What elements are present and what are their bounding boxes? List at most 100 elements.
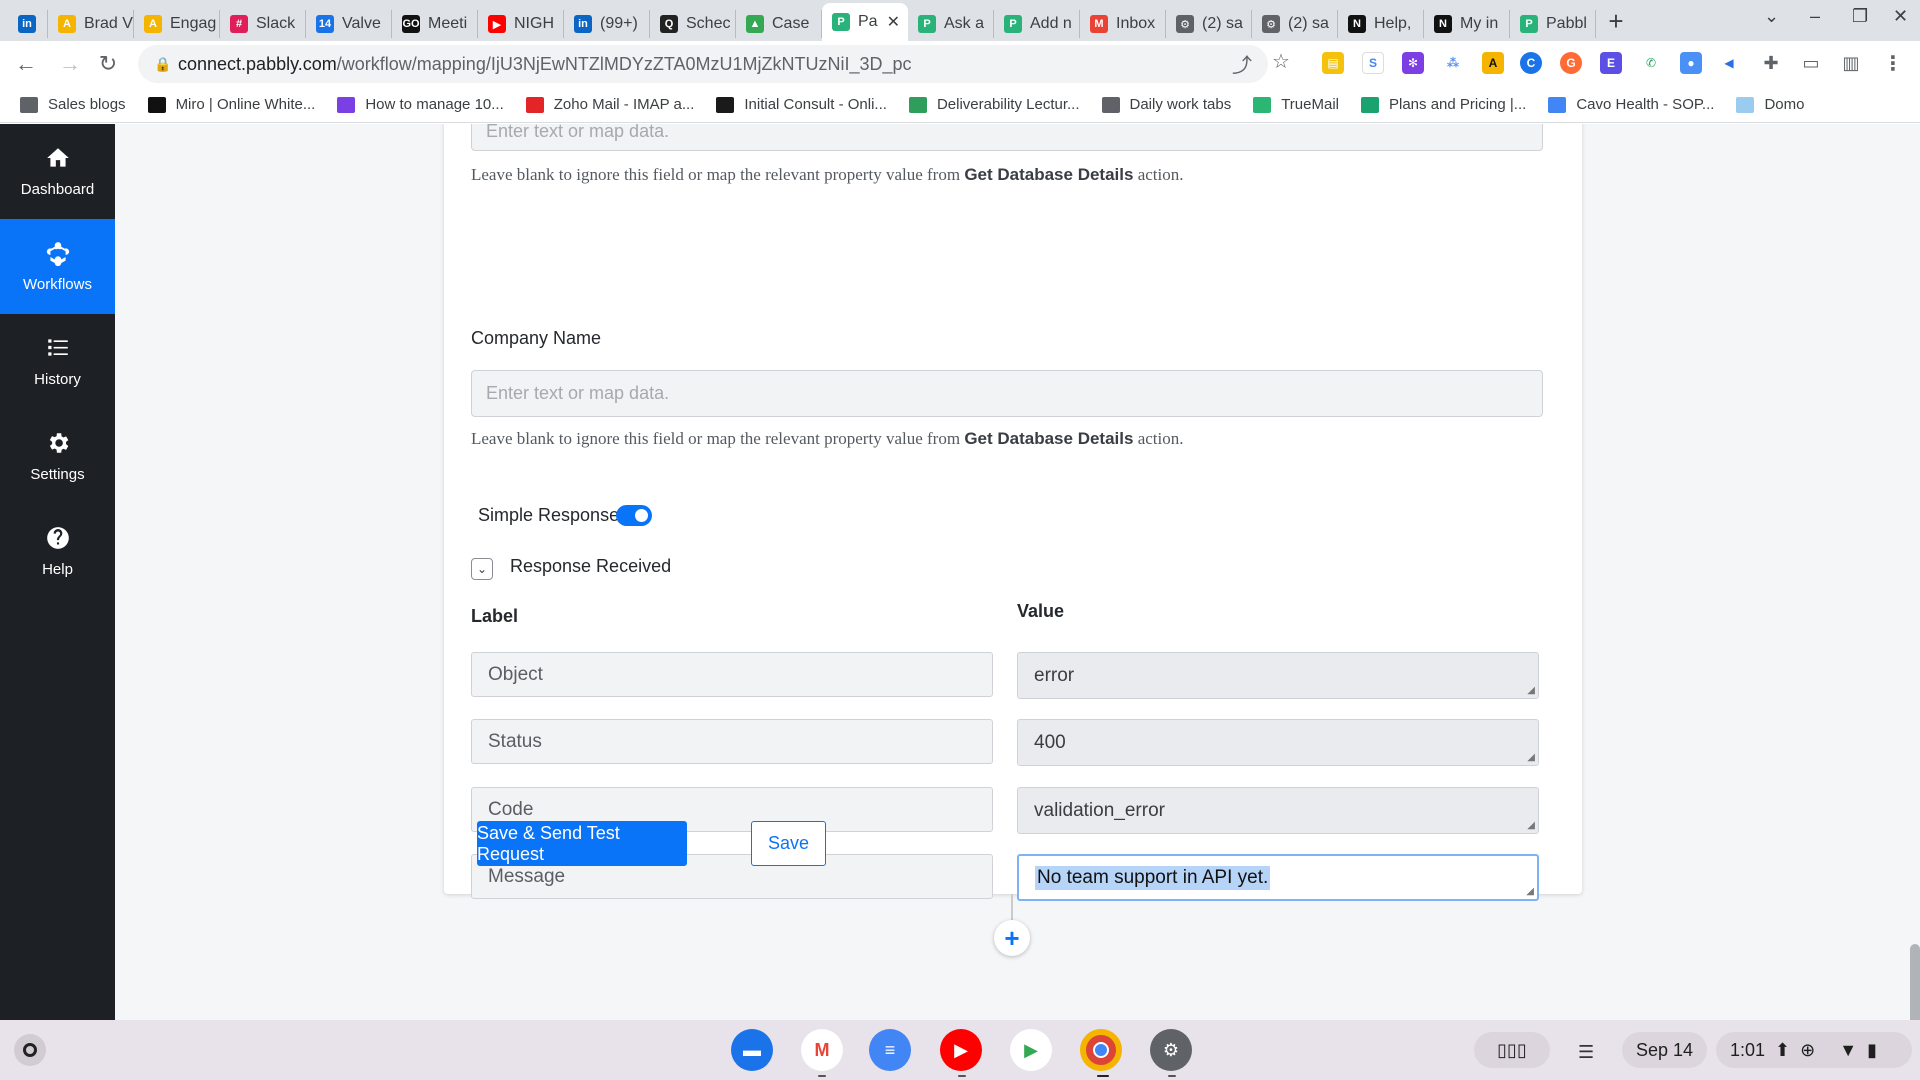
extension-icon-1[interactable]: ▤ [1322,52,1344,74]
docs-app-icon[interactable]: ≡ [869,1029,911,1071]
status-tray[interactable]: 1:01 ⬆ ⊕ ▼ ▮ [1716,1032,1912,1068]
bookmark-item[interactable]: Initial Consult - Onli... [716,96,887,113]
add-step-button[interactable]: + [994,920,1030,956]
sidebar-item-settings[interactable]: Settings [0,409,115,504]
extension-icon-2[interactable]: S [1362,52,1384,74]
browser-tab[interactable]: P Pabbl [1510,10,1596,38]
sidebar-item-history[interactable]: History [0,314,115,409]
megaphone-icon[interactable]: ◀ [1718,52,1740,74]
resize-grip-icon[interactable]: ◢ [1527,820,1535,831]
browser-tab[interactable]: in (99+) [564,10,650,38]
chevron-down-icon[interactable]: ⌄ [471,558,493,580]
bookmark-item[interactable]: Miro | Online White... [147,96,316,113]
response-value-message[interactable]: No team support in API yet. ◢ [1017,854,1539,901]
sidebar-item-dashboard[interactable]: Dashboard [0,124,115,219]
resize-grip-icon[interactable]: ◢ [1526,886,1534,897]
close-tab-icon[interactable]: ✕ [887,12,900,32]
browser-tab[interactable]: P Ask a [908,10,994,38]
resize-grip-icon[interactable]: ◢ [1527,685,1535,696]
company-name-input[interactable]: Enter text or map data. [471,370,1543,417]
response-label-object[interactable]: Object [471,652,993,697]
sidebar-item-workflows[interactable]: Workflows [0,219,115,314]
browser-tab[interactable]: 14 Valve [306,10,392,38]
tab-title: (99+) [600,15,638,32]
date-tray[interactable]: Sep 14 [1622,1032,1708,1068]
bookmark-item[interactable]: Plans and Pricing |... [1361,96,1526,113]
browser-tab[interactable]: A Engag [134,10,220,38]
chrome-app-icon[interactable] [1080,1029,1122,1071]
minimize-icon[interactable]: – [1810,6,1820,27]
bookmark-item[interactable]: How to manage 10... [337,96,504,113]
cast-icon[interactable]: ▭ [1800,52,1822,74]
reload-icon[interactable]: ↻ [90,51,126,77]
bookmark-label: Miro | Online White... [175,96,316,113]
bookmark-item[interactable]: TrueMail [1253,96,1339,113]
youtube-icon: ▶ [488,15,506,33]
tab-search-icon[interactable]: ⌄ [1764,6,1779,27]
browser-tab[interactable]: M Inbox [1080,10,1166,38]
extension-icon-10[interactable]: ● [1680,52,1702,74]
save-and-send-test-request-button[interactable]: Save & Send Test Request [477,821,687,866]
launcher-icon[interactable] [14,1034,46,1066]
browser-tab[interactable]: ▲ Case [736,10,822,38]
bookmark-item[interactable]: Cavo Health - SOP... [1548,96,1714,113]
sidebar-item-help[interactable]: Help [0,504,115,599]
browser-tab[interactable]: # Slack [220,10,306,38]
side-panel-icon[interactable]: ▥ [1840,52,1862,74]
share-icon[interactable]: ⤴ [1232,49,1252,78]
response-label-status[interactable]: Status [471,719,993,764]
bookmark-item[interactable]: Deliverability Lectur... [908,96,1080,113]
gear-icon: ⚙ [1262,15,1280,33]
bookmark-item[interactable]: Sales blogs [20,96,126,113]
browser-tab[interactable]: GO Meeti [392,10,478,38]
extension-icon-6[interactable]: C [1520,52,1542,74]
extension-icon-3[interactable]: ✻ [1402,52,1424,74]
gmail-app-icon[interactable]: M [801,1029,843,1071]
response-value-code[interactable]: validation_error ◢ [1017,787,1539,834]
previous-field-input[interactable]: Enter text or map data. [471,124,1543,151]
extension-icon-4[interactable]: ⁂ [1442,52,1464,74]
back-icon[interactable]: ← [8,51,44,77]
page-scrollbar[interactable] [1910,944,1920,1020]
app-sidebar: Dashboard Workflows History Settings Hel… [0,124,115,1020]
resize-grip-icon[interactable]: ◢ [1527,752,1535,763]
forward-icon[interactable]: → [52,51,88,77]
new-tab-button[interactable]: + [1596,3,1636,41]
browser-tab[interactable]: A Brad V [48,10,134,38]
browser-tab[interactable]: ▶ NIGH [478,10,564,38]
simple-response-label: Simple Response [478,505,620,525]
browser-tab[interactable]: Q Schec [650,10,736,38]
browser-tab[interactable]: ⚙ (2) sa [1166,10,1252,38]
browser-tab[interactable]: N Help, [1338,10,1424,38]
browser-tab[interactable]: N My in [1424,10,1510,38]
bookmark-item[interactable]: Daily work tabs [1101,96,1231,113]
extension-icon-8[interactable]: E [1600,52,1622,74]
files-app-icon[interactable]: ▬ [731,1029,773,1071]
save-button[interactable]: Save [751,821,826,866]
browser-tab[interactable]: P Pa ✕ [822,3,908,41]
address-bar[interactable]: 🔒 connect.pabbly.com/workflow/mapping/Ij… [138,45,1268,83]
bookmark-item[interactable]: Domo [1736,96,1804,113]
row-value-text: No team support in API yet. [1035,865,1271,890]
maximize-icon[interactable]: ❐ [1852,6,1868,27]
extension-icon-5[interactable]: A [1482,52,1504,74]
response-value-status[interactable]: 400 ◢ [1017,719,1539,766]
bookmark-item[interactable]: Zoho Mail - IMAP a... [525,96,694,113]
simple-response-toggle[interactable] [616,505,652,526]
shelf-notes-icon[interactable]: ☰ [1578,1042,1594,1063]
menu-kebab-icon[interactable]: ⋮ [1882,52,1904,75]
extension-icon-7[interactable]: G [1560,52,1582,74]
phone-icon[interactable]: ✆ [1640,52,1662,74]
browser-tab[interactable]: ⚙ (2) sa [1252,10,1338,38]
miro-icon [147,96,166,113]
extensions-puzzle-icon[interactable]: ✚ [1760,52,1782,74]
browser-tab[interactable]: P Add n [994,10,1080,38]
response-value-object[interactable]: error ◢ [1017,652,1539,699]
bookmark-star-icon[interactable]: ☆ [1272,49,1290,74]
play-store-app-icon[interactable]: ▶ [1010,1029,1052,1071]
close-icon[interactable]: ✕ [1893,6,1908,27]
youtube-app-icon[interactable]: ▶ [940,1029,982,1071]
settings-app-icon[interactable]: ⚙ [1150,1029,1192,1071]
browser-tab[interactable]: in [8,10,48,38]
holding-space-tray[interactable]: ▯▯▯ [1474,1032,1550,1068]
